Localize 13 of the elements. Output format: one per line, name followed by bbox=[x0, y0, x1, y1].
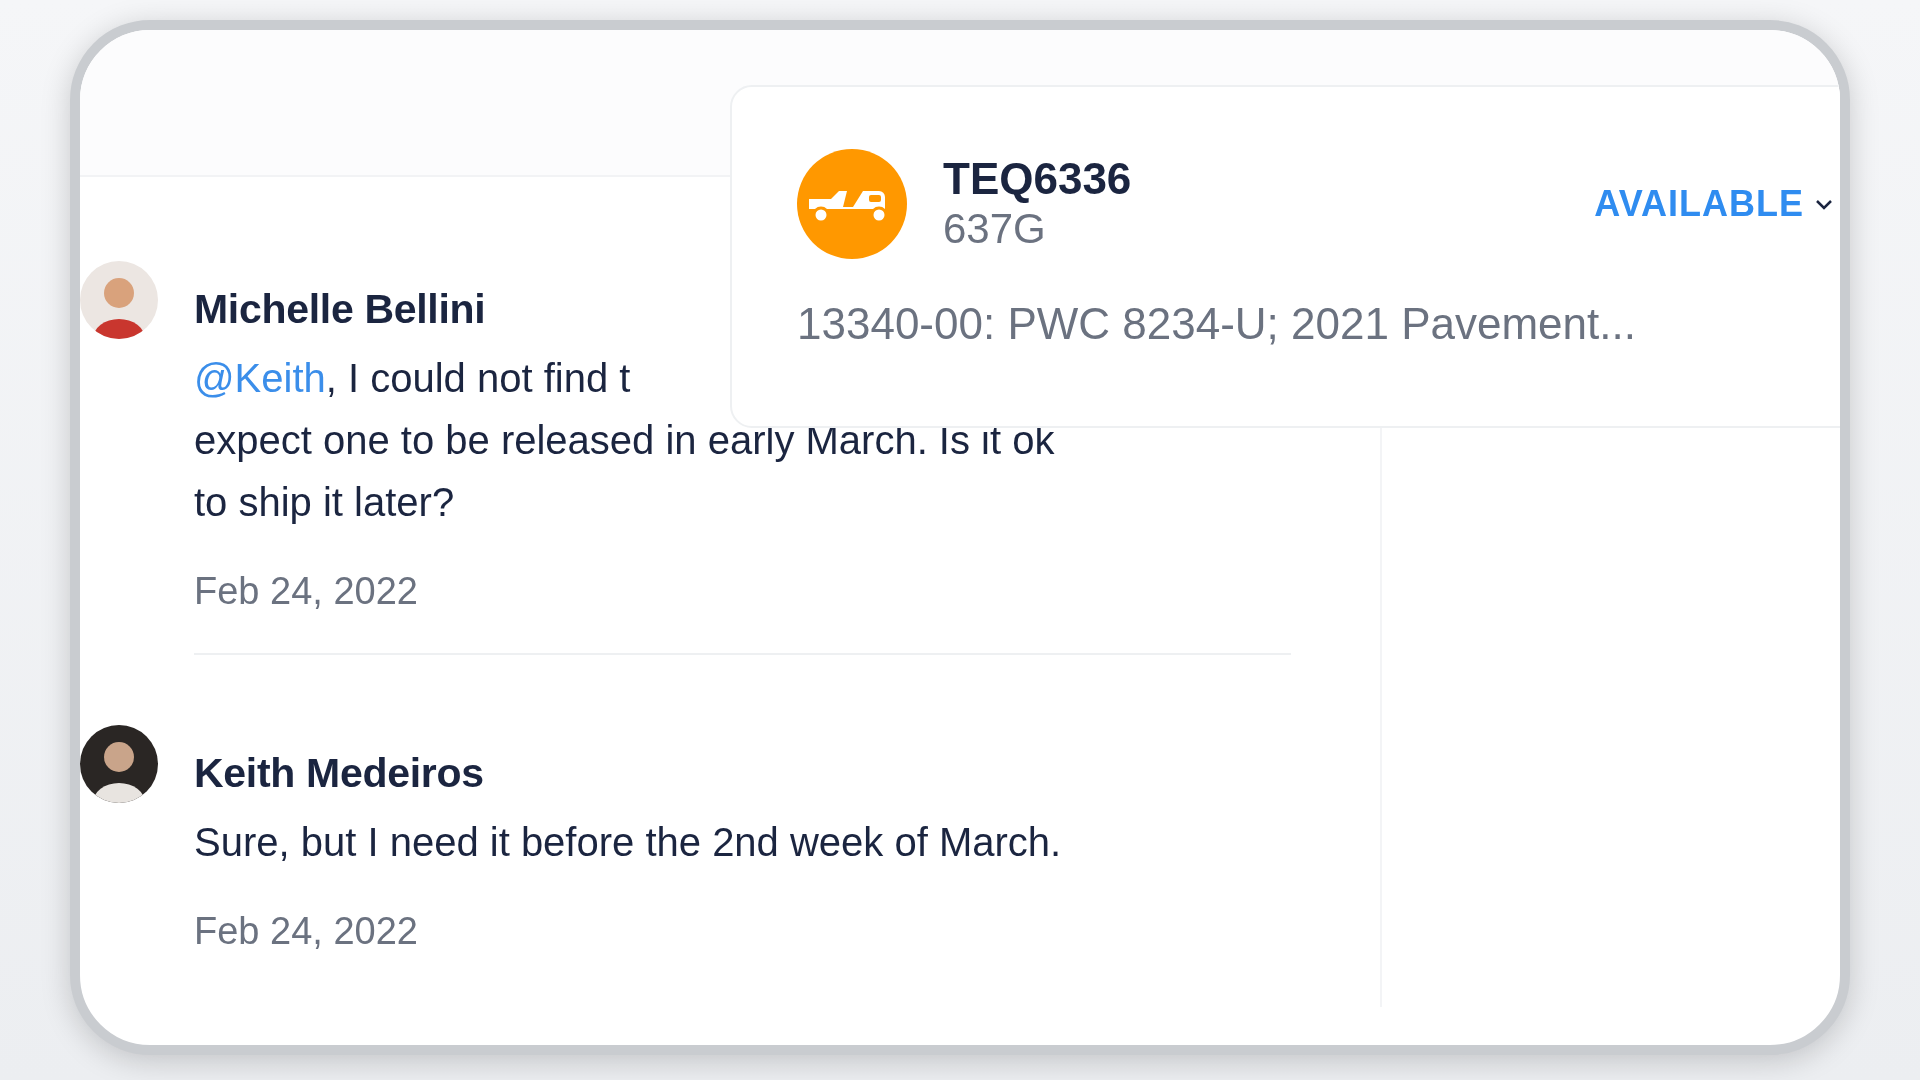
message-date: Feb 24, 2022 bbox=[194, 909, 418, 953]
caret-icon bbox=[1814, 197, 1834, 211]
vehicle-id: TEQ6336 bbox=[943, 154, 1132, 204]
author-name: Michelle Bellini bbox=[194, 285, 486, 333]
job-description: 13340-00: PWC 8234-U; 2021 Pavement... bbox=[797, 299, 1637, 349]
vehicle-code: 637G bbox=[943, 204, 1047, 254]
message-text: @Keith, I could not find t expect one to be released in early March. Is it ok to ship it later? bbox=[194, 355, 1055, 526]
message-text: Sure, but I need it before the 2nd week of March. bbox=[194, 819, 1062, 866]
mention-link[interactable]: @Keith bbox=[194, 356, 326, 400]
truck-icon bbox=[797, 149, 907, 259]
author-name: Keith Medeiros bbox=[194, 749, 484, 797]
status-dropdown[interactable]: AVAILABLE bbox=[1594, 183, 1834, 225]
message-date: Feb 24, 2022 bbox=[194, 569, 418, 613]
